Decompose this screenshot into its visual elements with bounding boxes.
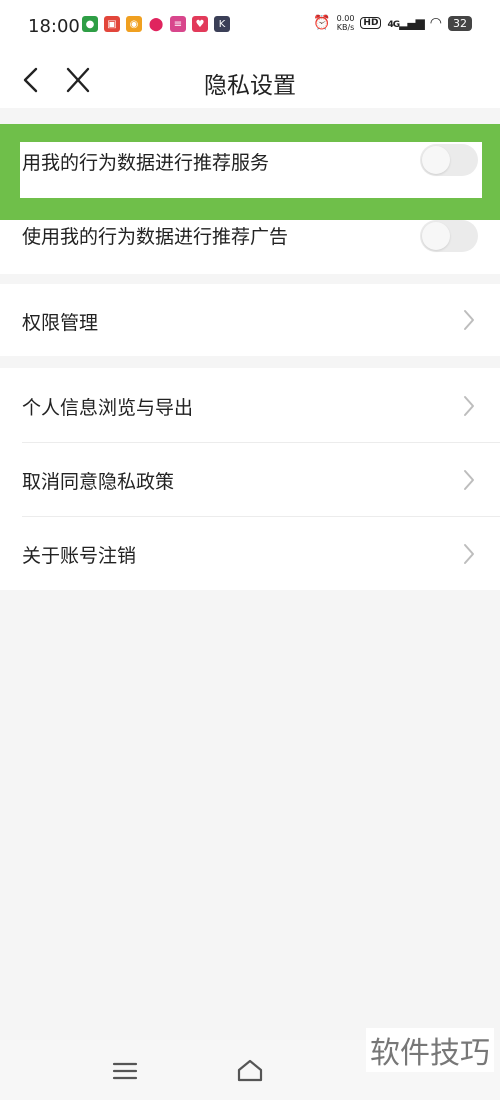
permission-management-row[interactable]: 权限管理 xyxy=(0,284,500,356)
app-icon-pink: ≡ xyxy=(170,16,186,32)
heart-app-icon: ♥ xyxy=(192,16,208,32)
battery-indicator: 32 xyxy=(448,15,472,31)
recommendation-section: 用我的行为数据进行推荐服务 使用我的行为数据进行推荐广告 xyxy=(0,124,500,274)
account-deletion-label: 关于账号注销 xyxy=(22,545,137,567)
chevron-right-icon xyxy=(464,544,474,564)
status-bar: 18:00 ● ▣ ◉ ⬤ ≡ ♥ K ⏰ 0.00 KB/s HD 4G▂▄▆… xyxy=(0,0,500,54)
status-time: 18:00 xyxy=(28,16,80,37)
network-speed: 0.00 KB/s xyxy=(337,14,355,32)
toggle-label-recommend-ads: 使用我的行为数据进行推荐广告 xyxy=(22,226,289,248)
app-icon-red: ▣ xyxy=(104,16,120,32)
network-speed-value: 0.00 xyxy=(336,14,355,23)
recommend-service-toggle[interactable] xyxy=(420,144,478,176)
personal-info-label: 个人信息浏览与导出 xyxy=(22,397,194,419)
permission-section: 权限管理 xyxy=(0,284,500,356)
alarm-icon: ⏰ xyxy=(313,15,331,31)
permission-management-label: 权限管理 xyxy=(22,312,99,334)
page-title: 隐私设置 xyxy=(204,73,296,99)
pin-icon: ⬤ xyxy=(148,16,164,32)
system-icons: ⏰ 0.00 KB/s HD 4G▂▄▆ ◠ 32 xyxy=(313,14,472,32)
chevron-right-icon xyxy=(464,310,474,330)
toggle-knob xyxy=(422,222,450,250)
list-item-personal-info[interactable]: 个人信息浏览与导出 xyxy=(0,368,500,442)
network-type: 4G xyxy=(387,20,400,30)
home-icon[interactable] xyxy=(236,1056,264,1084)
list-item-account-deletion[interactable]: 关于账号注销 xyxy=(0,516,500,590)
chevron-right-icon xyxy=(464,396,474,416)
toggle-row-recommend-ads[interactable]: 使用我的行为数据进行推荐广告 xyxy=(0,220,500,274)
k-app-icon: K xyxy=(214,16,230,32)
toggle-knob xyxy=(422,146,450,174)
list-item-revoke-consent[interactable]: 取消同意隐私政策 xyxy=(0,442,500,516)
app-icon-green: ● xyxy=(82,16,98,32)
weibo-icon: ◉ xyxy=(126,16,142,32)
hd-badge: HD xyxy=(360,17,382,29)
toggle-row-recommend-service[interactable]: 用我的行为数据进行推荐服务 xyxy=(0,124,500,198)
revoke-consent-label: 取消同意隐私政策 xyxy=(22,471,175,493)
recommend-ads-toggle[interactable] xyxy=(420,220,478,252)
network-speed-unit: KB/s xyxy=(336,23,355,32)
watermark: 软件技巧 xyxy=(366,1028,494,1072)
signal-icon: 4G▂▄▆ xyxy=(387,16,424,30)
privacy-items-section: 个人信息浏览与导出 取消同意隐私政策 关于账号注销 xyxy=(0,368,500,590)
chevron-right-icon xyxy=(464,470,474,490)
toggle-label-recommend-service: 用我的行为数据进行推荐服务 xyxy=(22,152,270,174)
menu-icon[interactable] xyxy=(112,1060,138,1082)
top-nav-bar: 隐私设置 xyxy=(0,54,500,108)
wifi-icon: ◠ xyxy=(429,15,442,31)
notification-icons: ● ▣ ◉ ⬤ ≡ ♥ K xyxy=(82,16,230,32)
